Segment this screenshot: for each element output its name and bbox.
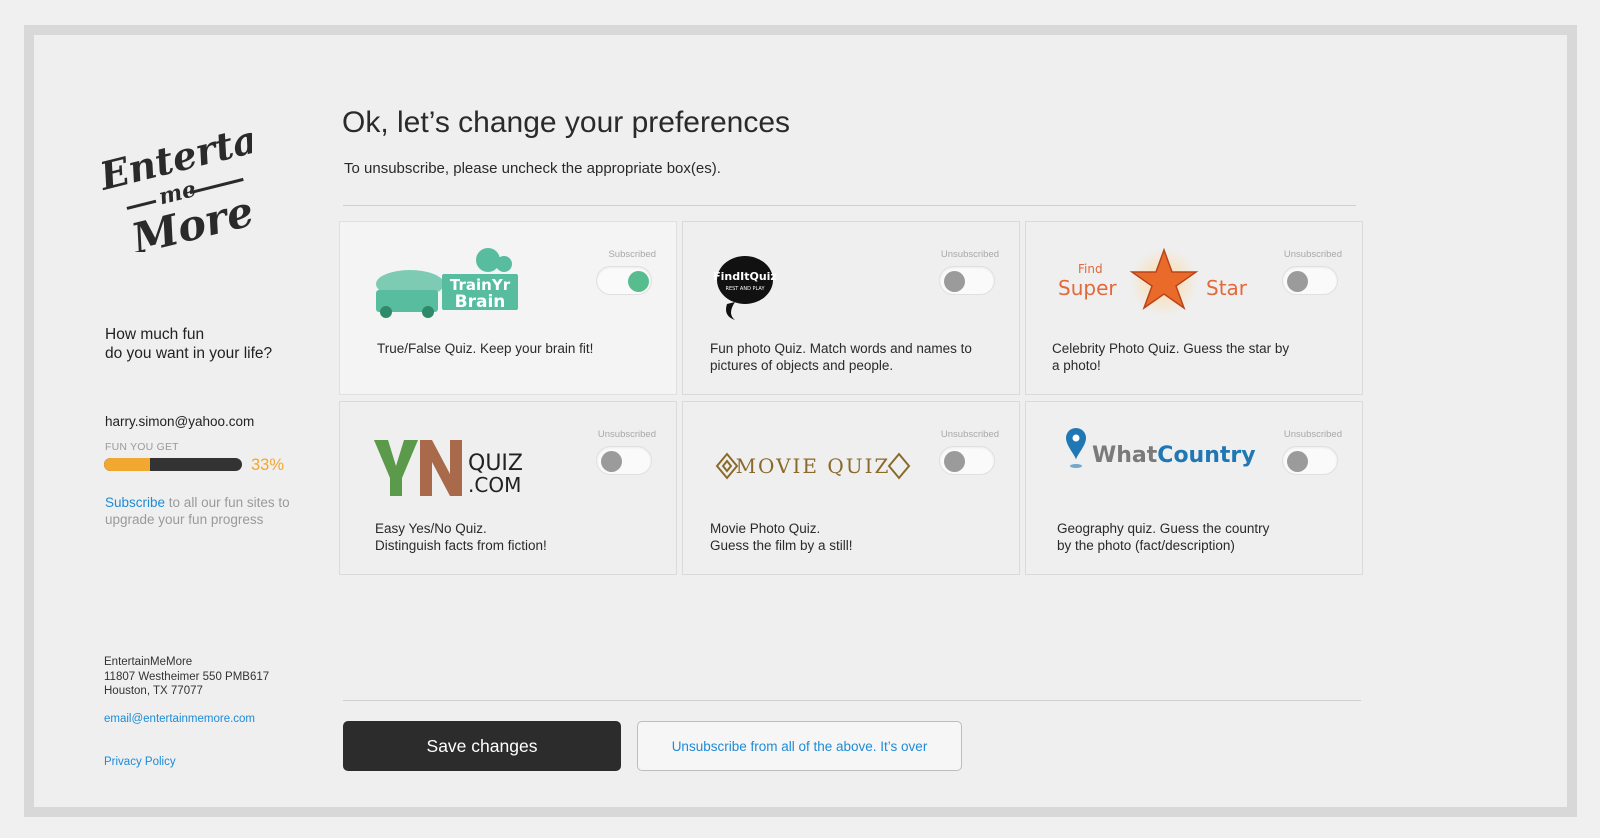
subscription-description: Movie Photo Quiz. Guess the film by a st… — [710, 520, 1000, 554]
logo-dash-left — [126, 199, 157, 210]
description-line-2: Distinguish facts from fiction! — [375, 538, 547, 553]
moviequiz-logo: MOVIE QUIZ — [715, 452, 911, 480]
subscription-toggle-findsuperstar[interactable] — [1282, 266, 1338, 295]
superstar-logo-word-star: Star — [1206, 276, 1248, 300]
fun-progress-bar — [104, 458, 242, 471]
subscription-toggle-finditquiz[interactable] — [939, 266, 995, 295]
description-line-2: by the photo (fact/description) — [1057, 538, 1235, 553]
fun-progress-fill — [104, 458, 150, 471]
finditquiz-logo-subtext: REST AND PLAY — [725, 286, 765, 292]
subscription-status: Unsubscribed — [597, 429, 656, 440]
subscribe-prompt: Subscribe to all our fun sites to upgrad… — [105, 494, 305, 528]
subscription-description: Geography quiz. Guess the country by the… — [1057, 520, 1347, 554]
whatcountry-logo-word-what: What — [1092, 443, 1158, 468]
subscription-toggle-whatcountry[interactable] — [1282, 446, 1338, 475]
whatcountry-logo: WhatCountry — [1066, 428, 1256, 468]
finditquiz-logo: FindItQuiz REST AND PLAY — [713, 256, 777, 320]
address-street: 11807 Westheimer 550 PMB617 — [104, 670, 270, 683]
moviequiz-logo-text: MOVIE QUIZ — [736, 454, 891, 478]
fun-label: FUN YOU GET — [105, 441, 179, 453]
contact-email-link[interactable]: email@entertainmemore.com — [104, 713, 255, 725]
subscription-status: Subscribed — [608, 249, 656, 260]
finditquiz-logo-text: FindItQuiz — [713, 270, 777, 283]
trainyrbrain-logo: TrainYr Brain — [376, 248, 518, 318]
subscription-status: Unsubscribed — [1283, 429, 1342, 440]
ynquiz-logo: QUIZ .COM — [374, 440, 523, 497]
subscription-description: Celebrity Photo Quiz. Guess the star by … — [1052, 340, 1342, 374]
user-email: harry.simon@yahoo.com — [105, 414, 255, 429]
superstar-logo-word-find: Find — [1078, 262, 1103, 276]
address-city: Houston, TX 77077 — [104, 685, 203, 697]
description-line-1: Celebrity Photo Quiz. Guess the star by — [1052, 341, 1290, 356]
save-changes-button[interactable]: Save changes — [343, 721, 621, 771]
superstar-logo-word-super: Super — [1058, 276, 1117, 300]
toggle-knob — [1287, 271, 1308, 292]
ynquiz-logo-text-2: .COM — [468, 473, 521, 497]
privacy-policy-link[interactable]: Privacy Policy — [104, 756, 176, 768]
tagline-line-1: How much fun — [105, 326, 205, 343]
tagline-line-2: do you want in your life? — [105, 345, 273, 362]
unsubscribe-all-button[interactable]: Unsubscribe from all of the above. It’s … — [637, 721, 962, 771]
subscription-card-moviequiz: MOVIE QUIZ Unsubscribed Movie Photo Quiz… — [682, 401, 1020, 575]
description-line-2: pictures of objects and people. — [710, 358, 894, 373]
description-line-1: Easy Yes/No Quiz. — [375, 521, 487, 536]
subscription-status: Unsubscribed — [940, 429, 999, 440]
tagline: How much fun do you want in your life? — [105, 325, 272, 363]
subscription-toggle-trainyrbrain[interactable] — [596, 266, 652, 295]
toggle-knob — [628, 271, 649, 292]
subscription-description: Fun photo Quiz. Match words and names to… — [710, 340, 1000, 374]
subscription-card-findsuperstar: Find Super Star Unsubscribed Celebrity P… — [1025, 221, 1363, 395]
subscription-description: Easy Yes/No Quiz. Distinguish facts from… — [375, 520, 665, 554]
subscription-card-whatcountry: WhatCountry Unsubscribed Geography quiz.… — [1025, 401, 1363, 575]
subscription-toggle-ynquiz[interactable] — [596, 446, 652, 475]
divider — [343, 700, 1361, 701]
svg-text:WhatCountry: WhatCountry — [1092, 443, 1256, 468]
toggle-knob — [944, 271, 965, 292]
description-line-1: Geography quiz. Guess the country — [1057, 521, 1270, 536]
subscription-status: Unsubscribed — [940, 249, 999, 260]
address-name: EntertainMeMore — [104, 656, 193, 668]
description-line-1: True/False Quiz. Keep your brain fit! — [377, 341, 594, 356]
company-address: EntertainMeMore 11807 Westheimer 550 PMB… — [104, 655, 269, 699]
subscription-description: True/False Quiz. Keep your brain fit! — [377, 340, 667, 357]
description-line-2: Guess the film by a still! — [710, 538, 853, 553]
description-line-1: Fun photo Quiz. Match words and names to — [710, 341, 972, 356]
entertainmemore-logo: Entertain me More — [102, 112, 252, 252]
page-title: Ok, let’s change your preferences — [342, 106, 791, 139]
subscription-card-finditquiz: FindItQuiz REST AND PLAY Unsubscribed Fu… — [682, 221, 1020, 395]
findsuperstar-logo: Find Super Star — [1058, 247, 1248, 316]
page-subtitle: To unsubscribe, please uncheck the appro… — [344, 160, 721, 177]
divider — [343, 205, 1356, 206]
toggle-knob — [601, 451, 622, 472]
subscription-card-trainyrbrain: TrainYr Brain Subscribed True/False Quiz… — [339, 221, 677, 395]
subscription-status: Unsubscribed — [1283, 249, 1342, 260]
toggle-knob — [944, 451, 965, 472]
description-line-1: Movie Photo Quiz. — [710, 521, 821, 536]
subscribe-link[interactable]: Subscribe — [105, 495, 165, 510]
trainyrbrain-logo-text-2: Brain — [455, 292, 506, 312]
whatcountry-logo-word-country: Country — [1157, 443, 1255, 468]
subscription-toggle-moviequiz[interactable] — [939, 446, 995, 475]
location-pin-icon — [1066, 428, 1086, 468]
toggle-knob — [1287, 451, 1308, 472]
fun-progress-percent: 33% — [251, 456, 285, 474]
subscriptions-grid: TrainYr Brain Subscribed True/False Quiz… — [339, 221, 1363, 575]
description-line-2: a photo! — [1052, 358, 1101, 373]
subscription-card-ynquiz: QUIZ .COM Unsubscribed Easy Yes/No Quiz.… — [339, 401, 677, 575]
